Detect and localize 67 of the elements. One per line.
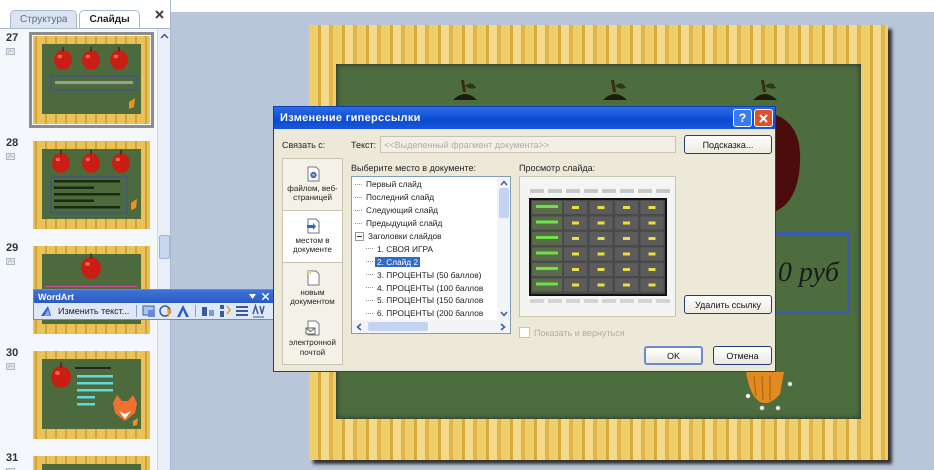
document-icon — [304, 320, 320, 336]
scroll-right-icon[interactable] — [500, 322, 506, 330]
tree-item[interactable]: Первый слайд — [364, 179, 424, 190]
collapse-icon[interactable] — [355, 232, 364, 240]
scroll-up-icon[interactable] — [160, 33, 168, 39]
same-height-icon[interactable] — [201, 304, 216, 318]
scrollbar[interactable] — [157, 29, 170, 470]
animation-icon — [6, 153, 15, 160]
slide-text: 0 руб — [778, 257, 839, 289]
scroll-thumb[interactable] — [498, 188, 508, 218]
window-title: Изменение гиперссылки — [280, 112, 421, 124]
link-type-button[interactable]: файлом, веб-страницей — [283, 159, 342, 210]
tooltip-button[interactable]: Подсказка... — [684, 135, 772, 154]
tree-label: Выберите место в документе: — [351, 163, 477, 173]
tree-item[interactable]: Следующий слайд — [364, 205, 440, 216]
vertical-scrollbar[interactable] — [497, 177, 510, 320]
scroll-up-icon[interactable] — [500, 180, 508, 186]
tree-item[interactable]: 6. ПРОЦЕНТЫ (200 баллов — [375, 308, 486, 318]
remove-link-button[interactable]: Удалить ссылку — [684, 295, 772, 314]
slide-number: 28 — [6, 137, 18, 149]
scroll-left-icon[interactable] — [356, 322, 362, 330]
close-icon[interactable] — [155, 10, 164, 18]
link-type-button[interactable]: новым документом — [283, 262, 342, 314]
align-icon[interactable] — [235, 304, 250, 318]
format-icon[interactable] — [159, 304, 174, 318]
tree-item[interactable]: 2. Слайд 2 — [375, 256, 420, 267]
wordart-icon[interactable] — [39, 304, 53, 318]
slide-number: 31 — [6, 452, 18, 464]
tree-item[interactable]: 5. ПРОЦЕНТЫ (150 баллов — [375, 295, 486, 306]
slide-number: 29 — [6, 242, 18, 254]
tree-item[interactable]: 1. СВОЯ ИГРА — [375, 244, 436, 254]
animation-icon — [6, 258, 15, 265]
tree-item[interactable]: 3. ПРОЦЕНТЫ (50 баллов) — [375, 270, 484, 280]
ok-button[interactable]: OK — [644, 346, 703, 365]
link-type-button[interactable]: электронной почтой — [283, 313, 342, 364]
help-button[interactable]: ? — [733, 109, 752, 127]
slide-number: 30 — [6, 347, 18, 359]
close-icon — [759, 114, 768, 122]
text-label: Текст: — [351, 140, 376, 150]
pane-tab[interactable]: Структура — [10, 10, 78, 28]
gallery-icon[interactable] — [142, 304, 156, 318]
animation-icon — [6, 48, 15, 55]
dropdown-icon[interactable] — [249, 294, 256, 299]
animation-icon — [6, 363, 15, 370]
link-type-button[interactable]: местом в документе — [283, 210, 342, 262]
tree-item[interactable]: 4. ПРОЦЕНТЫ (100 баллов — [375, 282, 486, 293]
spacing-icon[interactable] — [252, 304, 266, 318]
pane-tab[interactable]: Слайды — [79, 10, 140, 28]
toolbar-title: WordArt — [38, 292, 74, 302]
tree-item[interactable]: Последний слайд — [364, 192, 436, 202]
document-icon — [304, 166, 320, 182]
slide-number: 27 — [6, 32, 18, 44]
tree-item[interactable]: Предыдущий слайд — [364, 218, 444, 228]
link-to-label: Связать с: — [282, 140, 326, 150]
scroll-thumb[interactable] — [158, 235, 170, 259]
tree-item[interactable]: Заголовки слайдов — [366, 231, 444, 241]
document-icon — [304, 270, 320, 286]
edit-text-button[interactable]: Изменить текст... — [56, 306, 132, 316]
preview-label: Просмотр слайда: — [519, 163, 596, 173]
document-icon — [304, 218, 320, 234]
cancel-button[interactable]: Отмена — [713, 346, 772, 365]
scroll-thumb[interactable] — [368, 322, 428, 331]
slide-thumbnail[interactable] — [29, 32, 154, 128]
horizontal-scrollbar[interactable] — [352, 320, 510, 333]
vertical-text-icon[interactable] — [218, 304, 232, 318]
scroll-down-icon[interactable] — [500, 311, 508, 317]
close-button[interactable] — [754, 109, 773, 127]
